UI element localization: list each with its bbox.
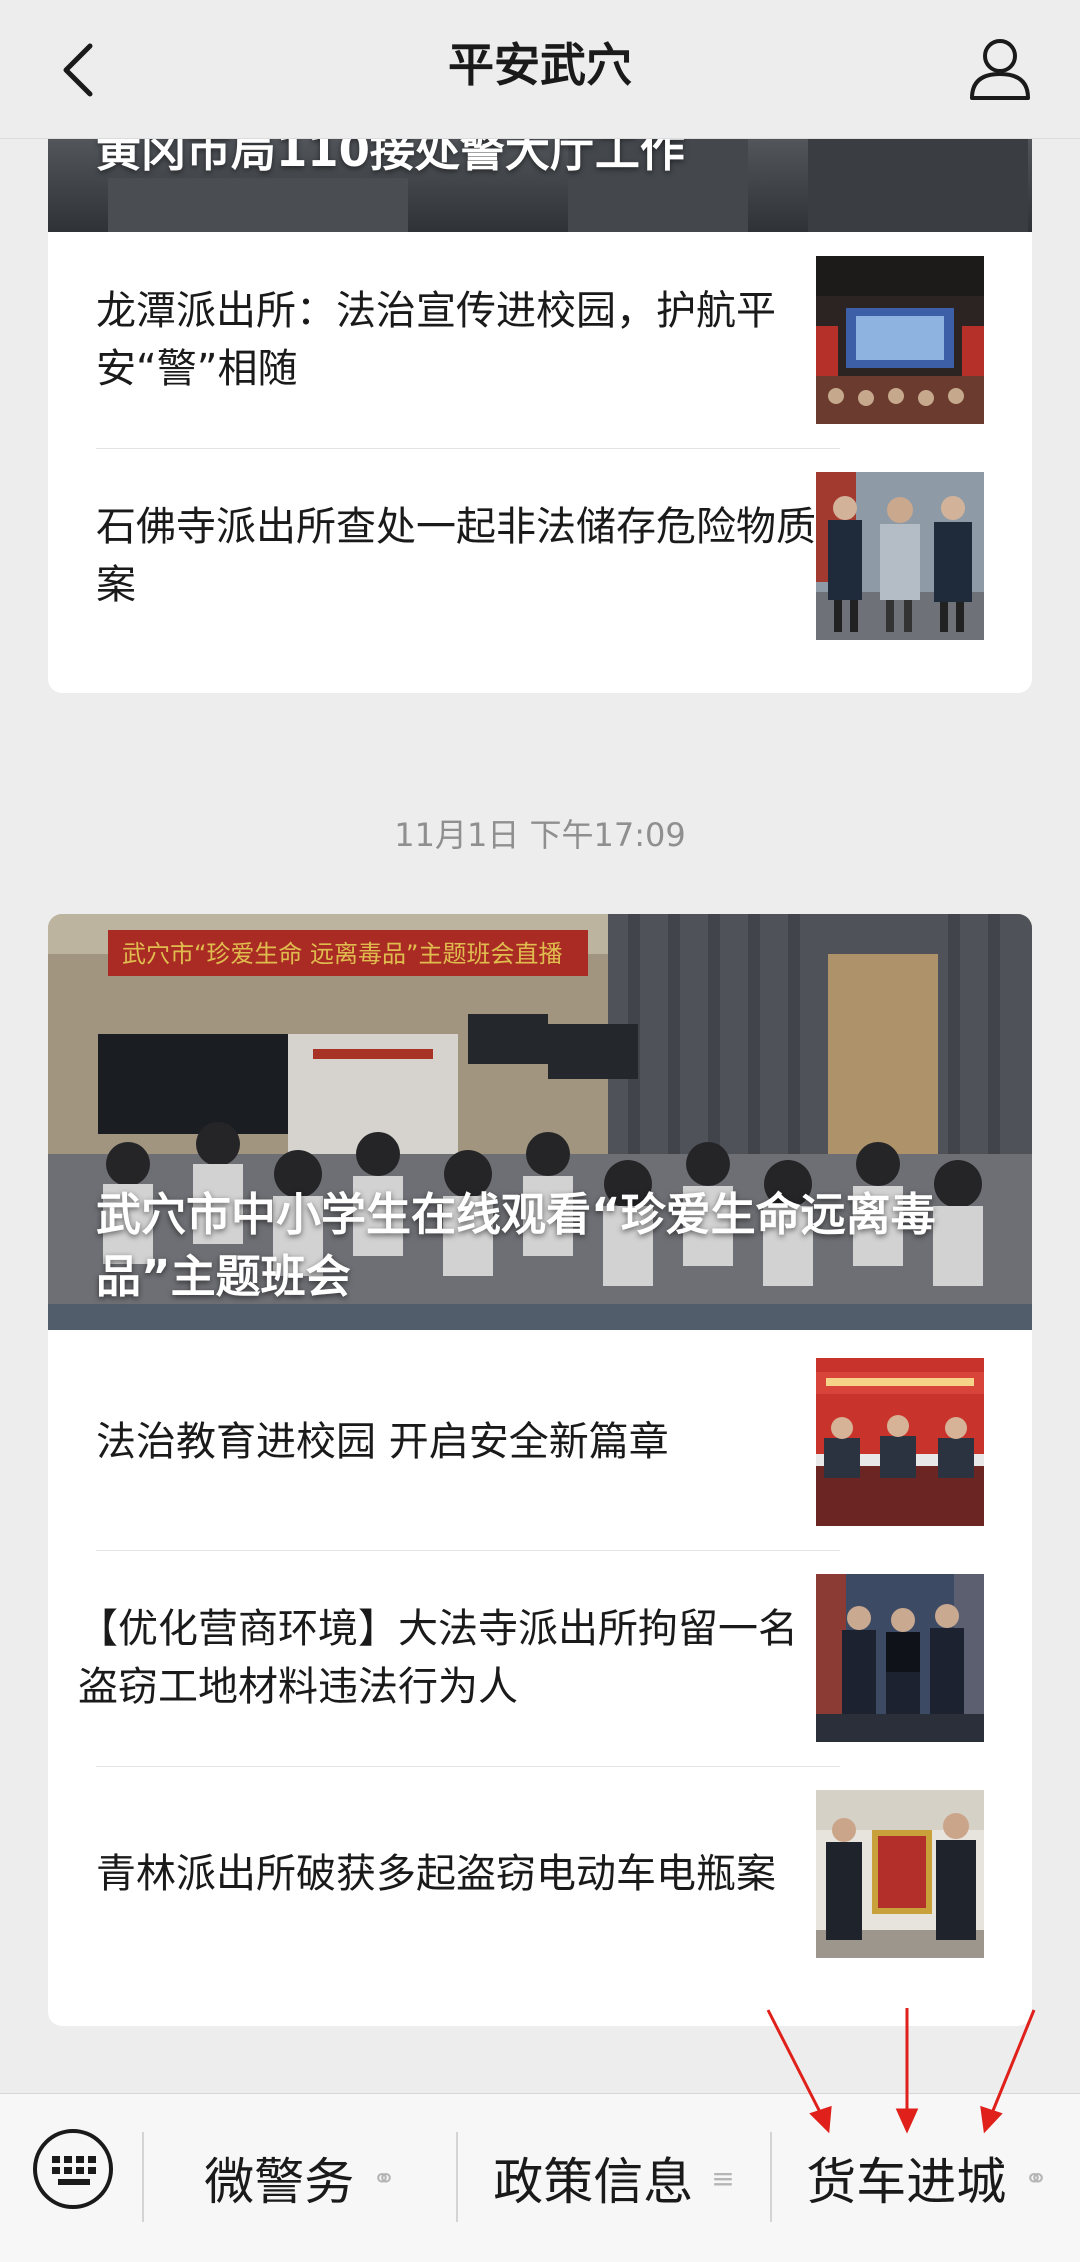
menu-item-label: 微警务 (204, 2153, 355, 2211)
keyboard-icon[interactable] (30, 2126, 116, 2212)
menu-item-wei-jingwu[interactable]: 微警务 ⚭ (146, 2094, 454, 2262)
article-title: 青林派出所破获多起盗窃电动车电瓶案 (96, 1851, 776, 1897)
top-nav-bar: 平安武穴 (0, 0, 1080, 139)
banner-title: 黄冈市局110接处警大厅工作 (96, 138, 685, 177)
article-thumbnail (816, 1574, 984, 1742)
menu-divider (770, 2132, 772, 2222)
menu-item-truck-entry[interactable]: 货车进城 ⚭ (774, 2094, 1080, 2262)
bottom-menu-bar: 微警务 ⚭ 政策信息 ≡ 货车进城 ⚭ (0, 2093, 1080, 2262)
menu-item-label: 政策信息 (493, 2153, 694, 2211)
message-timestamp: 11月1日 下午17:09 (394, 816, 686, 854)
article-item[interactable]: 石佛寺派出所查处一起非法储存危险物质案 (48, 448, 1032, 664)
article-title: 石佛寺派出所查处一起非法储存危险物质案 (96, 504, 816, 608)
banner-image[interactable]: 黄冈市局110接处警大厅工作 (48, 138, 1032, 232)
article-thumbnail (816, 256, 984, 424)
article-thumbnail (816, 472, 984, 640)
banner-title: 武穴市中小学生在线观看“珍爱生命远离毒品”主题班会 (96, 1188, 936, 1303)
article-title: 龙潭派出所：法治宣传进校园，护航平安“警”相随 (96, 288, 776, 392)
article-item[interactable]: 法治教育进校园 开启安全新篇章 (48, 1334, 1032, 1550)
list-icon: ≡ (711, 2161, 735, 2195)
message-feed[interactable]: 黄冈市局110接处警大厅工作 龙潭派出所：法治宣传进校园，护航平安“警”相随 石… (0, 138, 1080, 2093)
article-title: 【优化营商环境】大法寺派出所拘留一名盗窃工地材料违法行为人 (78, 1606, 798, 1710)
article-thumbnail (816, 1790, 984, 1958)
article-card: 武穴市“珍爱生命 远离毒品”主题班会直播 (48, 914, 1032, 2026)
menu-divider (142, 2132, 144, 2222)
link-icon: ⚭ (1024, 2161, 1048, 2195)
article-item[interactable]: 青林派出所破获多起盗窃电动车电瓶案 (48, 1766, 1032, 1982)
menu-divider (456, 2132, 458, 2222)
article-item[interactable]: 龙潭派出所：法治宣传进校园，护航平安“警”相随 (48, 232, 1032, 448)
menu-item-label: 货车进城 (806, 2153, 1007, 2211)
profile-icon[interactable] (960, 28, 1040, 108)
article-card: 黄冈市局110接处警大厅工作 龙潭派出所：法治宣传进校园，护航平安“警”相随 石… (48, 138, 1032, 693)
article-thumbnail (816, 1358, 984, 1526)
article-item[interactable]: 【优化营商环境】大法寺派出所拘留一名盗窃工地材料违法行为人 (48, 1550, 1032, 1766)
link-icon: ⚭ (372, 2161, 396, 2195)
page-title: 平安武穴 (448, 38, 632, 92)
banner-image[interactable]: 武穴市“珍爱生命 远离毒品”主题班会直播 (48, 914, 1032, 1330)
menu-item-policy-info[interactable]: 政策信息 ≡ (460, 2094, 768, 2262)
article-title: 法治教育进校园 开启安全新篇章 (96, 1419, 669, 1465)
